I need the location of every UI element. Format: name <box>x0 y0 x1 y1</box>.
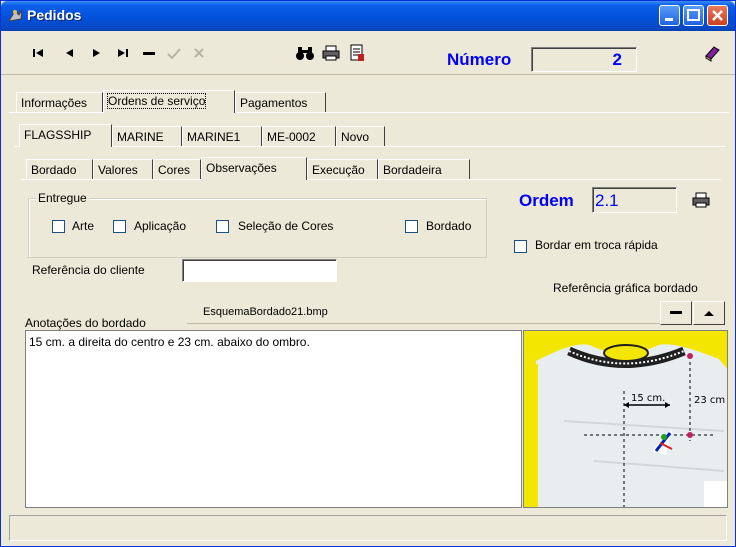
selecao-cores-label: Seleção de Cores <box>238 219 334 233</box>
next-record-icon <box>93 49 100 57</box>
detail-panel-border <box>21 179 721 180</box>
tab-label: Informações <box>21 96 88 110</box>
arte-checkbox[interactable] <box>52 220 65 233</box>
window-title: Pedidos <box>27 7 82 23</box>
numero-label: Número <box>447 50 512 69</box>
aplicacao-label: Aplicação <box>134 219 187 233</box>
referencia-cliente-label: Referência do cliente <box>32 263 145 277</box>
tab-marine1[interactable]: MARINE1 <box>182 126 262 146</box>
cancel-icon <box>194 48 204 58</box>
export-icon <box>350 44 364 61</box>
tab-observacoes[interactable]: Observações <box>201 157 307 180</box>
ordem-field: 2.1 <box>592 187 677 213</box>
tab-ordens-de-servico[interactable]: Ordens de serviço <box>103 90 235 113</box>
confirm-icon <box>167 48 181 59</box>
book-icon <box>705 46 720 62</box>
delete-record-icon <box>143 52 155 55</box>
printer-icon <box>692 192 710 208</box>
horizontal-measure: 15 cm. <box>631 393 665 404</box>
tab-label: MARINE <box>117 130 164 144</box>
tab-label: MARINE1 <box>187 130 241 144</box>
minimize-icon <box>665 18 673 21</box>
status-bar <box>9 515 727 541</box>
order-panel-border <box>15 146 725 147</box>
tab-label: ME-0002 <box>267 130 316 144</box>
tab-label: FLAGSSHIP <box>24 128 92 142</box>
anotacoes-textarea[interactable]: 15 cm. a direita do centro e 23 cm. abai… <box>25 330 522 508</box>
close-button[interactable] <box>707 5 728 26</box>
close-icon <box>712 10 723 21</box>
tab-label: Bordado <box>31 163 77 177</box>
last-record-icon <box>118 49 128 57</box>
binoculars-icon <box>296 47 314 60</box>
tab-me-0002[interactable]: ME-0002 <box>262 126 336 146</box>
tab-execucao[interactable]: Execução <box>307 159 378 179</box>
tab-bordadeira[interactable]: Bordadeira <box>378 159 470 179</box>
first-record-button[interactable] <box>29 43 49 63</box>
pedidos-window: Pedidos Número 2 Informações Ordens de s… <box>0 0 736 547</box>
troca-rapida-label: Bordar em troca rápida <box>535 238 658 252</box>
selecao-cores-checkbox[interactable] <box>216 220 229 233</box>
tab-label: Ordens de serviço <box>106 93 207 109</box>
prev-record-icon <box>66 49 73 57</box>
arte-label: Arte <box>72 219 95 233</box>
confirm-button[interactable] <box>164 43 184 63</box>
tab-label: Execução <box>312 163 365 177</box>
maximize-button[interactable] <box>683 5 704 26</box>
numero-field: 2 <box>531 47 637 72</box>
maximize-icon <box>687 9 700 21</box>
tab-label: Cores <box>158 163 191 177</box>
up-arrow-icon <box>704 310 714 316</box>
ordem-label: Ordem <box>519 191 574 210</box>
embroidery-reference-image: 15 cm. 23 cm <box>523 330 728 508</box>
tab-novo[interactable]: Novo <box>336 126 385 146</box>
tab-label: Valores <box>98 163 138 177</box>
search-button[interactable] <box>295 43 315 63</box>
tab-flagsship[interactable]: FLAGSSHIP <box>19 124 112 147</box>
tab-label: Observações <box>206 161 277 175</box>
scroll-up-button[interactable] <box>693 301 725 325</box>
tab-pagamentos[interactable]: Pagamentos <box>235 92 326 112</box>
minimize-button[interactable] <box>659 5 680 26</box>
tab-cores[interactable]: Cores <box>153 159 201 179</box>
app-icon <box>8 9 23 22</box>
aplicacao-checkbox[interactable] <box>113 220 126 233</box>
book-button[interactable] <box>702 43 722 63</box>
minus-icon <box>670 311 682 314</box>
delete-record-button[interactable] <box>139 43 159 63</box>
troca-rapida-checkbox[interactable] <box>514 240 527 253</box>
cancel-button[interactable] <box>189 43 209 63</box>
export-button[interactable] <box>347 43 367 63</box>
referencia-cliente-input[interactable] <box>182 259 337 282</box>
file-name: EsquemaBordado21.bmp <box>203 306 328 318</box>
tab-label: Bordadeira <box>383 163 442 177</box>
anotacoes-label: Anotações do bordado <box>25 316 146 330</box>
referencia-grafica-label: Referência gráfica bordado <box>553 281 698 295</box>
print-order-button[interactable] <box>691 190 711 210</box>
tab-label: Pagamentos <box>240 96 308 110</box>
title-bar[interactable]: Pedidos <box>1 1 735 31</box>
bordado-label: Bordado <box>426 219 472 233</box>
vertical-measure: 23 cm <box>694 395 725 406</box>
entregue-title: Entregue <box>36 191 89 205</box>
tab-bordado[interactable]: Bordado <box>26 159 93 179</box>
bordado-checkbox[interactable] <box>405 220 418 233</box>
tab-marine[interactable]: MARINE <box>112 126 182 146</box>
first-record-icon <box>33 49 43 57</box>
last-record-button[interactable] <box>113 43 133 63</box>
tab-informacoes[interactable]: Informações <box>16 92 103 112</box>
file-bar: EsquemaBordado21.bmp <box>187 302 660 324</box>
print-button[interactable] <box>321 43 341 63</box>
tab-valores[interactable]: Valores <box>93 159 153 179</box>
printer-icon <box>322 45 340 61</box>
prev-record-button[interactable] <box>59 43 79 63</box>
remove-image-button[interactable] <box>660 301 692 325</box>
tab-label: Novo <box>341 130 370 144</box>
shirt-diagram: 15 cm. 23 cm <box>524 344 727 507</box>
next-record-button[interactable] <box>87 43 107 63</box>
